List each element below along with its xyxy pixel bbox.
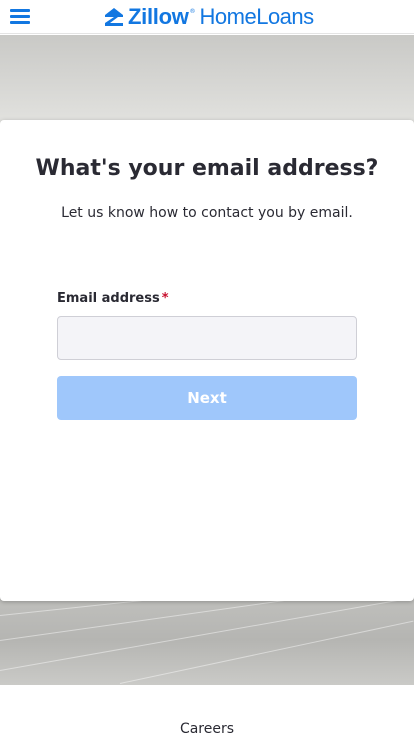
page-subtitle: Let us know how to contact you by email. (61, 205, 353, 221)
email-field[interactable] (57, 316, 357, 360)
zillow-z-logo-icon (105, 8, 123, 26)
required-marker: * (161, 291, 169, 306)
menu-line (10, 9, 30, 12)
brand-home-loans-text: HomeLoans (199, 4, 315, 29)
hamburger-menu-icon[interactable] (10, 8, 30, 26)
top-header: Zillow ® HomeLoans (0, 0, 414, 34)
email-field-label: Email address * (57, 290, 169, 308)
email-form-card: What's your email address? Let us know h… (0, 120, 414, 601)
photo-wall (0, 35, 414, 125)
page-title: What's your email address? (35, 156, 379, 181)
menu-line (10, 21, 30, 24)
zillow-home-loans-logo[interactable]: Zillow ® HomeLoans (104, 5, 314, 29)
brand-zillow-text: Zillow (128, 4, 189, 29)
next-button[interactable]: Next (57, 376, 357, 420)
page-footer: Careers (0, 686, 414, 736)
menu-line (10, 15, 30, 18)
careers-link[interactable]: Careers (0, 720, 414, 736)
photo-floor (0, 569, 414, 685)
floor-plank-line (0, 593, 414, 671)
brand-trademark: ® (189, 8, 196, 15)
email-label-text: Email address (57, 291, 160, 306)
floor-plank-line (119, 620, 414, 684)
